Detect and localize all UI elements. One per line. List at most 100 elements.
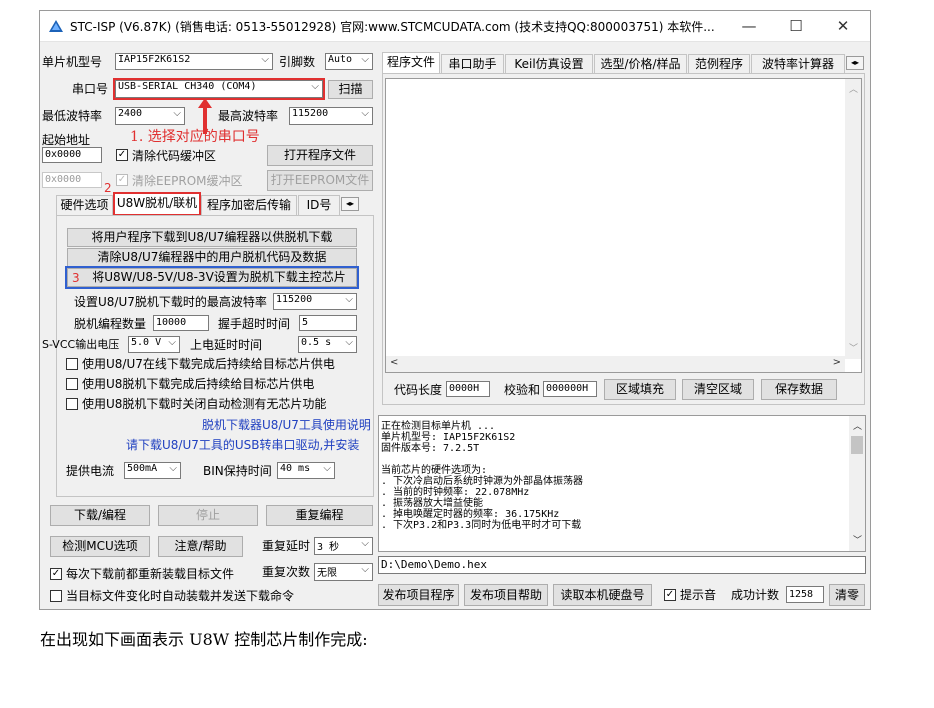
publish-program-button[interactable]: 发布项目程序 [378,584,459,606]
program-count-input[interactable]: 10000 [153,315,209,331]
log-scrollbar[interactable]: ︿ ﹀ [849,416,865,551]
disable-autodetect-checkbox[interactable] [66,398,78,410]
bin-hold-time-select[interactable]: 40 ms ⌵ [277,462,335,479]
u8-manual-link[interactable]: 脱机下载器U8/U7工具使用说明 [202,417,371,433]
min-baud-select[interactable]: 2400 ⌵ [115,107,185,125]
clear-user-offline-code-button[interactable]: 清除U8/U7编程器中的用户脱机代码及数据 [67,248,357,267]
repeat-delay-select[interactable]: 3 秒 ⌵ [314,537,373,555]
code-length-label: 代码长度 [394,383,443,397]
tab-encrypted-transfer[interactable]: 程序加密后传输 [201,195,297,215]
max-baud-select[interactable]: 115200 ⌵ [289,107,373,125]
clear-code-checkbox[interactable]: ✓ [116,149,128,161]
sound-prompt-checkbox[interactable]: ✓ [664,589,676,601]
help-button[interactable]: 注意/帮助 [158,536,243,557]
maximize-button[interactable]: ☐ [774,13,818,39]
keep-power-offline-checkbox[interactable] [66,378,78,390]
repeat-delay-value: 3 秒 [317,542,340,553]
supply-current-select[interactable]: 500mA ⌵ [124,462,181,479]
save-data-button[interactable]: 保存数据 [761,379,837,400]
download-program-button[interactable]: 下载/编程 [50,505,150,526]
power-on-delay-select[interactable]: 0.5 s ⌵ [298,336,357,353]
stc-isp-window: STC-ISP (V6.87K) (销售电话: 0513-55012928) 官… [39,10,871,610]
log-line: . 振荡器放大增益使能 [381,498,484,509]
chevron-down-icon: ⌵ [173,108,181,119]
success-count-value: 1258 [786,586,824,603]
clear-area-button[interactable]: 清空区域 [682,379,754,400]
tab-keil-debug[interactable]: Keil仿真设置 [505,54,593,74]
check-mcu-options-button[interactable]: 检测MCU选项 [50,536,150,557]
open-eeprom-file-button[interactable]: 打开EEPROM文件 [267,170,373,191]
title-bar: STC-ISP (V6.87K) (销售电话: 0513-55012928) 官… [40,11,870,42]
close-button[interactable]: ✕ [821,13,865,39]
chevron-down-icon: ⌵ [323,463,331,474]
tab-example-programs[interactable]: 范例程序 [688,54,750,74]
reload-before-download-checkbox[interactable]: ✓ [50,568,62,580]
scan-button[interactable]: 扫描 [328,80,373,99]
scroll-up-icon[interactable]: ︿ [849,82,858,95]
keep-power-online-label: 使用U8/U7在线下载完成后持续给目标芯片供电 [82,357,335,371]
fill-area-button[interactable]: 区域填充 [604,379,676,400]
vertical-scrollbar[interactable]: ︿ ﹀ [845,79,861,359]
start-address-label: 起始地址 [42,133,91,147]
svcc-voltage-label: S-VCC输出电压 [42,338,120,351]
app-icon [49,20,63,32]
mcu-type-select[interactable]: IAP15F2K61S2 ⌵ [115,53,273,70]
chevron-down-icon: ⌵ [361,564,369,575]
program-count-label: 脱机编程数量 [74,317,147,331]
publish-help-button[interactable]: 发布项目帮助 [464,584,548,606]
sound-prompt-label: 提示音 [680,588,717,602]
tab-scroll-buttons[interactable]: ◂▸ [846,56,864,70]
eeprom-address-input[interactable]: 0x0000 [42,172,102,188]
tab-scroll-buttons[interactable]: ◂▸ [341,197,359,211]
tab-serial-assistant[interactable]: 串口助手 [441,54,504,74]
pins-select[interactable]: Auto ⌵ [325,53,373,70]
reset-count-button[interactable]: 清零 [829,584,865,606]
code-address-input[interactable]: 0x0000 [42,147,102,163]
svcc-voltage-value: 5.0 V [131,337,162,348]
scroll-down-icon[interactable]: ﹀ [853,533,862,546]
tab-baud-calculator[interactable]: 波特率计算器 [751,54,845,74]
download-user-program-button[interactable]: 将用户程序下载到U8/U7编程器以供脱机下载 [67,228,357,247]
horizontal-scrollbar[interactable]: < > [386,356,845,372]
svcc-voltage-select[interactable]: 5.0 V ⌵ [128,336,180,353]
max-baud-value: 115200 [292,108,329,119]
stop-button[interactable]: 停止 [158,505,258,526]
repeat-count-value: 无限 [317,568,337,579]
chevron-down-icon: ⌵ [168,337,176,348]
scroll-left-icon[interactable]: < [390,357,398,368]
open-program-file-button[interactable]: 打开程序文件 [267,145,373,166]
scroll-thumb[interactable] [851,436,863,454]
repeat-count-select[interactable]: 无限 ⌵ [314,563,373,581]
scroll-down-icon[interactable]: ﹀ [849,341,858,354]
tab-program-file[interactable]: 程序文件 [382,52,440,74]
keep-power-online-checkbox[interactable] [66,358,78,370]
log-line: 当前芯片的硬件选项为: [381,465,488,476]
usb-driver-link[interactable]: 请下载U8/U7工具的USB转串口驱动,并安装 [126,437,359,453]
read-disk-id-button[interactable]: 读取本机硬盘号 [553,584,652,606]
port-highlight-box [113,78,325,100]
log-output[interactable]: 正在检测目标单片机 ... 单片机型号: IAP15F2K61S2 固件版本号:… [378,415,866,552]
min-baud-label: 最低波特率 [42,109,103,123]
log-line: 正在检测目标单片机 ... [381,421,496,432]
annotation-step-2: 2 [104,181,112,195]
tab-hardware-options[interactable]: 硬件选项 [56,195,113,215]
power-on-delay-label: 上电延时时间 [190,338,263,352]
chevron-down-icon: ⌵ [261,54,269,65]
handshake-timeout-input[interactable]: 5 [299,315,357,331]
log-line: 固件版本号: 7.2.5T [381,443,480,454]
hex-view-area[interactable]: ︿ ﹀ < > [385,78,862,373]
supply-current-label: 提供电流 [66,464,115,478]
scroll-right-icon[interactable]: > [833,357,841,368]
file-path-field[interactable]: D:\Demo\Demo.hex [378,556,866,574]
offline-max-baud-select[interactable]: 115200 ⌵ [273,293,357,310]
minimize-button[interactable]: — [727,13,771,39]
chevron-down-icon: ⌵ [361,54,369,65]
tab-id-number[interactable]: ID号 [298,195,340,215]
chevron-down-icon: ⌵ [345,294,353,305]
scroll-up-icon[interactable]: ︿ [853,419,862,432]
auto-send-checkbox[interactable] [50,590,62,602]
repeat-program-button[interactable]: 重复编程 [266,505,373,526]
clear-eeprom-checkbox[interactable]: ✓ [116,174,128,186]
clear-eeprom-label: 清除EEPROM缓冲区 [132,174,243,188]
tab-selection-price[interactable]: 选型/价格/样品 [594,54,687,74]
